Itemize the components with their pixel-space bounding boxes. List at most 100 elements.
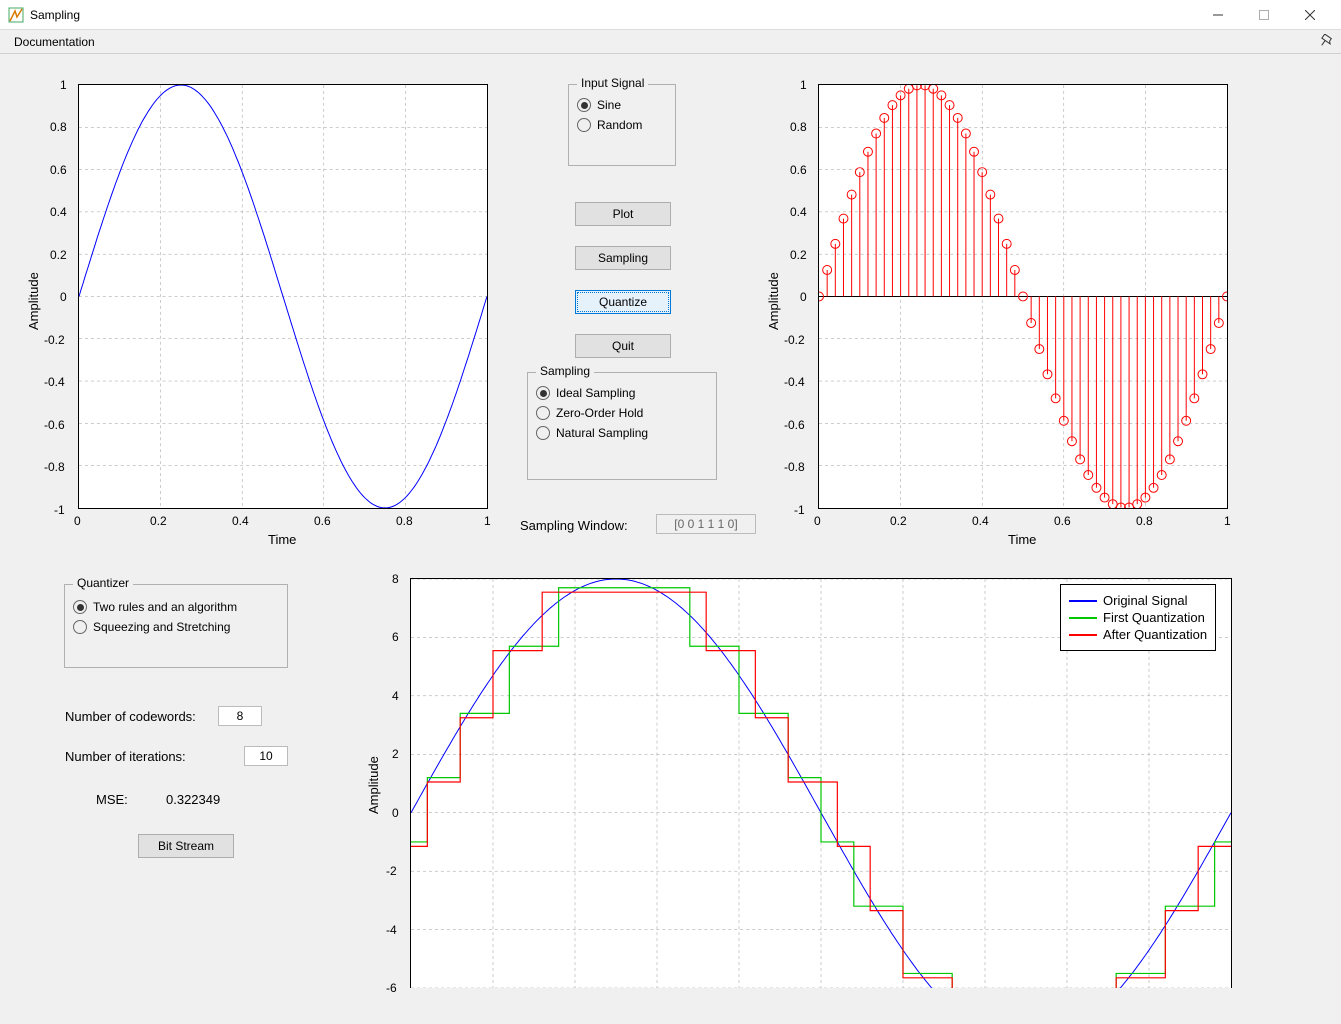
mse-value: 0.322349 — [166, 792, 220, 807]
radio-label: Squeezing and Stretching — [93, 620, 230, 634]
quantizer-panel-title: Quantizer — [73, 576, 133, 590]
axes-input-signal — [78, 84, 488, 509]
axes1-ytick: -0.4 — [44, 375, 65, 389]
axes2-xtick: 1 — [1224, 514, 1231, 528]
legend-entry: Original Signal — [1069, 593, 1207, 608]
axes1-ytick: -0.2 — [44, 333, 65, 347]
radio-label: Ideal Sampling — [556, 386, 635, 400]
axes1-ytick: 0.2 — [50, 248, 67, 262]
axes1-ytick: -0.6 — [44, 418, 65, 432]
titlebar: Sampling — [0, 0, 1341, 30]
quit-button[interactable]: Quit — [575, 334, 671, 358]
axes2-ytick: 1 — [800, 78, 807, 92]
plot-button[interactable]: Plot — [575, 202, 671, 226]
radio-zero-order-hold[interactable]: Zero-Order Hold — [528, 403, 716, 423]
axes1-ytick: 1 — [60, 78, 67, 92]
legend-label: First Quantization — [1103, 610, 1205, 625]
radio-label: Two rules and an algorithm — [93, 600, 237, 614]
radio-natural-sampling[interactable]: Natural Sampling — [528, 423, 716, 443]
legend-entry: First Quantization — [1069, 610, 1207, 625]
axes2-ytick: 0.4 — [790, 205, 807, 219]
axes2-ylabel: Amplitude — [766, 272, 781, 330]
axes2-ytick: -0.2 — [784, 333, 805, 347]
axes1-xtick: 1 — [484, 514, 491, 528]
axes2-ytick: -0.8 — [784, 460, 805, 474]
radio-icon — [577, 118, 591, 132]
quantizer-panel: Quantizer Two rules and an algorithm Squ… — [64, 584, 288, 668]
sampling-window-label: Sampling Window: — [520, 518, 628, 533]
codewords-input[interactable]: 8 — [218, 706, 262, 726]
iterations-label: Number of iterations: — [65, 749, 186, 764]
close-button[interactable] — [1287, 0, 1333, 30]
axes2-xtick: 0 — [814, 514, 821, 528]
axes1-xtick: 0.6 — [314, 514, 331, 528]
iterations-input[interactable]: 10 — [244, 746, 288, 766]
bitstream-button[interactable]: Bit Stream — [138, 834, 234, 858]
axes1-xtick: 0.2 — [150, 514, 167, 528]
axes3-ytick: 0 — [392, 806, 399, 820]
sampling-window-input[interactable]: [0 0 1 1 1 0] — [656, 514, 756, 534]
legend-line-icon — [1069, 617, 1097, 619]
menu-documentation[interactable]: Documentation — [10, 33, 99, 51]
axes-sampled-signal — [818, 84, 1228, 509]
radio-ideal-sampling[interactable]: Ideal Sampling — [528, 383, 716, 403]
radio-two-rules[interactable]: Two rules and an algorithm — [65, 597, 287, 617]
radio-icon — [577, 98, 591, 112]
axes1-xtick: 0.4 — [232, 514, 249, 528]
window-title: Sampling — [30, 8, 80, 22]
axes3-ytick: -4 — [386, 923, 397, 937]
radio-random[interactable]: Random — [569, 115, 675, 135]
axes2-xtick: 0.4 — [972, 514, 989, 528]
axes2-ytick: -0.4 — [784, 375, 805, 389]
axes1-ytick: 0.8 — [50, 120, 67, 134]
sampling-panel: Sampling Ideal Sampling Zero-Order Hold … — [527, 372, 717, 480]
axes1-ytick: 0.6 — [50, 163, 67, 177]
legend-entry: After Quantization — [1069, 627, 1207, 642]
axes1-ylabel: Amplitude — [26, 272, 41, 330]
axes2-xtick: 0.8 — [1136, 514, 1153, 528]
sampling-panel-title: Sampling — [536, 364, 594, 378]
axes3-ytick: 2 — [392, 747, 399, 761]
menubar: Documentation — [0, 30, 1341, 54]
axes2-xtick: 0.6 — [1054, 514, 1071, 528]
radio-icon — [73, 600, 87, 614]
radio-icon — [73, 620, 87, 634]
axes1-xtick: 0 — [74, 514, 81, 528]
axes2-ytick: 0.2 — [790, 248, 807, 262]
axes2-ytick: 0.6 — [790, 163, 807, 177]
radio-icon — [536, 406, 550, 420]
axes1-ytick: -0.8 — [44, 460, 65, 474]
axes1-ytick: 0 — [60, 290, 67, 304]
legend-label: After Quantization — [1103, 627, 1207, 642]
radio-squeezing[interactable]: Squeezing and Stretching — [65, 617, 287, 637]
maximize-button[interactable] — [1241, 0, 1287, 30]
mse-label: MSE: — [96, 792, 128, 807]
axes3-ytick: -2 — [386, 864, 397, 878]
axes3-ytick: 4 — [392, 689, 399, 703]
radio-icon — [536, 386, 550, 400]
minimize-button[interactable] — [1195, 0, 1241, 30]
quantize-button[interactable]: Quantize — [575, 290, 671, 314]
axes2-ytick: -0.6 — [784, 418, 805, 432]
input-signal-title: Input Signal — [577, 76, 648, 90]
axes3-legend[interactable]: Original Signal First Quantization After… — [1060, 584, 1216, 651]
app-icon — [8, 7, 24, 23]
legend-line-icon — [1069, 634, 1097, 636]
axes3-ylabel: Amplitude — [366, 756, 381, 814]
axes2-xtick: 0.2 — [890, 514, 907, 528]
radio-sine[interactable]: Sine — [569, 95, 675, 115]
pin-icon[interactable] — [1319, 34, 1333, 48]
axes3-ytick: 6 — [392, 630, 399, 644]
sampling-button[interactable]: Sampling — [575, 246, 671, 270]
axes2-ytick: -1 — [794, 503, 805, 517]
axes2-xlabel: Time — [1008, 532, 1036, 547]
axes1-ytick: 0.4 — [50, 205, 67, 219]
radio-label: Sine — [597, 98, 621, 112]
codewords-label: Number of codewords: — [65, 709, 196, 724]
radio-label: Zero-Order Hold — [556, 406, 643, 420]
input-signal-panel: Input Signal Sine Random — [568, 84, 676, 166]
radio-icon — [536, 426, 550, 440]
axes3-ytick: 8 — [392, 572, 399, 586]
axes1-xtick: 0.8 — [396, 514, 413, 528]
legend-label: Original Signal — [1103, 593, 1188, 608]
